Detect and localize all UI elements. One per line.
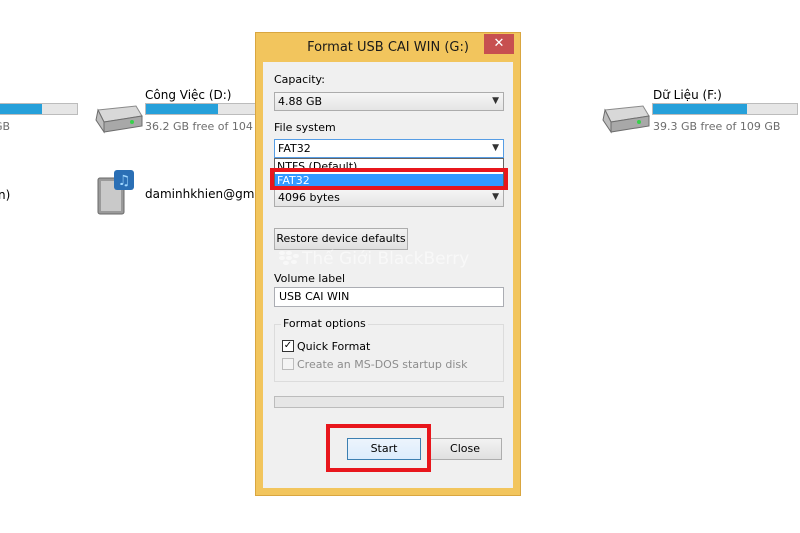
account-email: daminhkhien@gmail (145, 187, 269, 201)
allocation-value: 4096 bytes (278, 191, 340, 204)
close-icon[interactable]: ✕ (484, 34, 514, 54)
volume-label-caption: Volume label (274, 272, 346, 285)
chevron-down-icon: ▼ (492, 96, 499, 106)
quick-format-checkbox[interactable]: ✓ (282, 340, 294, 352)
volume-label-input[interactable]: USB CAI WIN (274, 287, 504, 307)
capacity-value: 4.88 GB (278, 95, 323, 108)
highlight-fat32-option (270, 168, 508, 190)
dialog-title: Format USB CAI WIN (G:) (307, 40, 469, 55)
svg-text:♫: ♫ (118, 173, 131, 189)
chevron-down-icon: ▼ (492, 192, 499, 202)
filesystem-value: FAT32 (278, 142, 311, 155)
watermark-text: Thế Giới BlackBerry (302, 249, 470, 269)
filesystem-label: File system (274, 121, 336, 134)
restore-defaults-button[interactable]: Restore device defaults (274, 228, 408, 250)
drive-usage-bar (652, 103, 798, 115)
drive-free-text: GB (0, 120, 11, 133)
hard-drive-icon (602, 105, 650, 134)
allocation-dropdown[interactable]: 4096 bytes ▼ (274, 188, 504, 207)
msdos-startup-checkbox (282, 358, 294, 370)
blackberry-logo-icon (279, 251, 299, 265)
drive-free-text: 36.2 GB free of 104 GB (145, 120, 273, 133)
msdos-startup-label: Create an MS-DOS startup disk (297, 358, 468, 371)
drive-free-text: 39.3 GB free of 109 GB (653, 120, 781, 133)
quick-format-label: Quick Format (297, 340, 371, 353)
partial-item-label: n) (0, 188, 11, 202)
filesystem-dropdown[interactable]: FAT32 ▼ (274, 139, 504, 158)
format-options-title: Format options (281, 317, 368, 330)
capacity-dropdown[interactable]: 4.88 GB ▼ (274, 92, 504, 111)
drive-usage-bar (0, 103, 78, 115)
drive-name: Công Việc (D:) (145, 88, 232, 102)
drive-name: Dữ Liệu (F:) (653, 88, 722, 102)
drive-usage-bar (145, 103, 257, 115)
music-device-icon: ♫ (97, 170, 134, 215)
close-button[interactable]: Close (428, 438, 502, 460)
hard-drive-icon (95, 105, 143, 134)
format-progress-bar (274, 396, 504, 408)
capacity-label: Capacity: (274, 73, 325, 86)
chevron-down-icon: ▼ (492, 143, 499, 153)
format-options-group: Format options (274, 317, 504, 382)
highlight-start-button (326, 424, 431, 472)
